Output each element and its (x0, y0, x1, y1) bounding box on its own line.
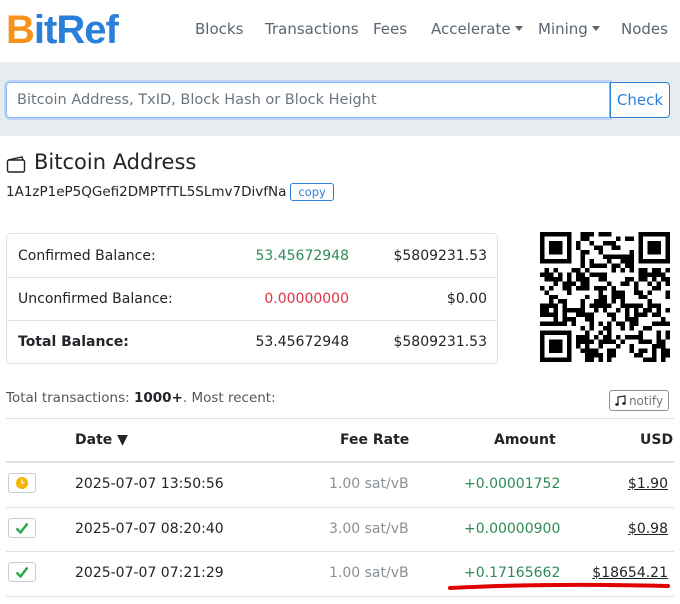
clock-icon (16, 477, 28, 489)
column-usd: USD (640, 432, 674, 448)
nav-accelerate[interactable]: Accelerate (431, 20, 523, 38)
nav-links: Blocks Transactions Fees Accelerate Mini… (0, 20, 680, 42)
status-pending-badge (8, 473, 36, 493)
chevron-down-icon (514, 26, 523, 31)
tx-usd-link[interactable]: $18654.21 (592, 565, 668, 581)
total-balance-row: Total Balance: 53.45672948 $5809231.53 (7, 320, 497, 363)
copy-button[interactable]: copy (290, 183, 334, 201)
unconfirmed-balance-usd: $0.00 (446, 291, 487, 307)
confirmed-balance-btc: 53.45672948 (255, 247, 349, 264)
wallet-icon (6, 156, 26, 173)
tx-usd-link[interactable]: $0.98 (628, 521, 668, 537)
nav-transactions[interactable]: Transactions (265, 20, 359, 38)
summary-suffix: . Most recent: (182, 390, 276, 406)
annotation-underline (448, 582, 670, 590)
nav-nodes[interactable]: Nodes (621, 20, 668, 38)
tx-amount: +0.00000900 (464, 520, 561, 537)
transactions-table: Date ▼ Fee Rate Amount USD 2025-07-07 13… (6, 418, 674, 597)
tx-amount: +0.00001752 (464, 476, 561, 492)
check-button[interactable]: Check (610, 82, 670, 118)
nav-accelerate-label: Accelerate (431, 20, 511, 38)
tx-fee-rate: 1.00 sat/vB (329, 565, 409, 581)
balance-card: Confirmed Balance: 53.45672948 $5809231.… (6, 233, 498, 364)
total-balance-label: Total Balance: (18, 334, 129, 350)
navbar: BitRef Blocks Transactions Fees Accelera… (0, 0, 680, 62)
unconfirmed-balance-row: Unconfirmed Balance: 0.00000000 $0.00 (7, 277, 497, 320)
confirmed-balance-usd: $5809231.53 (393, 247, 487, 264)
transactions-summary: Total transactions: 1000+. Most recent: (6, 390, 276, 406)
tx-date: 2025-07-07 07:21:29 (75, 565, 224, 581)
status-confirmed-badge (8, 562, 36, 582)
address-heading: Bitcoin Address (6, 150, 196, 174)
notify-button[interactable]: notify (609, 390, 669, 411)
page-title: Bitcoin Address (34, 150, 197, 174)
unconfirmed-balance-label: Unconfirmed Balance: (18, 291, 173, 307)
nav-mining-label: Mining (538, 20, 588, 38)
confirmed-balance-row: Confirmed Balance: 53.45672948 $5809231.… (7, 234, 497, 277)
total-balance-usd: $5809231.53 (393, 334, 487, 350)
nav-mining[interactable]: Mining (538, 20, 600, 38)
confirmed-balance-label: Confirmed Balance: (18, 247, 156, 264)
nav-fees[interactable]: Fees (373, 20, 407, 38)
tx-date: 2025-07-07 08:20:40 (75, 520, 224, 537)
address-line: 1A1zP1eP5QGefi2DMPTfTL5SLmv7DivfNa copy (6, 183, 334, 201)
transactions-count: 1000+ (133, 390, 183, 406)
tx-fee-rate: 3.00 sat/vB (329, 520, 409, 537)
tx-fee-rate: 1.00 sat/vB (329, 476, 409, 492)
chevron-down-icon (591, 26, 600, 31)
table-row[interactable]: 2025-07-07 13:50:56 1.00 sat/vB +0.00001… (6, 463, 674, 508)
search-input[interactable] (6, 82, 610, 118)
check-icon (15, 522, 29, 534)
music-note-icon (615, 394, 626, 406)
column-amount: Amount (494, 432, 556, 448)
qr-code (540, 232, 670, 362)
check-icon (15, 566, 29, 579)
column-date[interactable]: Date ▼ (75, 432, 128, 448)
tx-date: 2025-07-07 13:50:56 (75, 476, 224, 492)
table-header: Date ▼ Fee Rate Amount USD (6, 419, 674, 463)
unconfirmed-balance-btc: 0.00000000 (264, 291, 349, 307)
status-confirmed-badge (8, 517, 36, 538)
notify-label: notify (628, 393, 664, 408)
tx-usd-link[interactable]: $1.90 (628, 476, 668, 492)
total-balance-btc: 53.45672948 (255, 334, 349, 350)
column-fee-rate: Fee Rate (340, 432, 410, 448)
bitcoin-address: 1A1zP1eP5QGefi2DMPTfTL5SLmv7DivfNa (6, 184, 287, 200)
search-band: Check (0, 62, 680, 136)
nav-blocks[interactable]: Blocks (195, 20, 243, 38)
summary-prefix: Total transactions: (6, 390, 134, 406)
table-row[interactable]: 2025-07-07 08:20:40 3.00 sat/vB +0.00000… (6, 508, 674, 552)
tx-amount: +0.17165662 (464, 565, 561, 581)
